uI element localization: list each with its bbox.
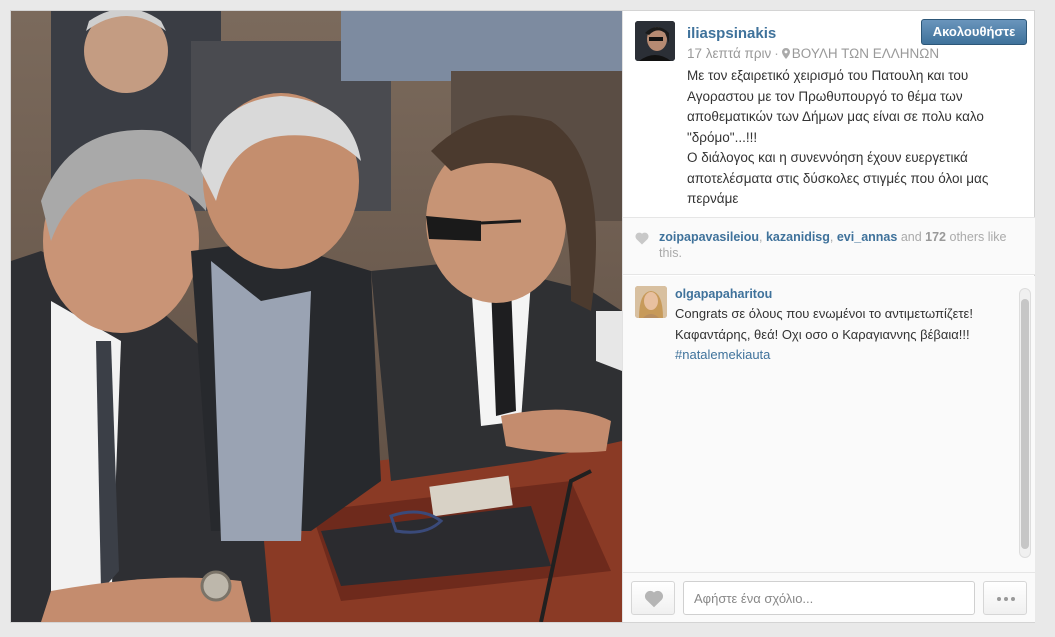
- commenter-avatar-image: [635, 286, 667, 318]
- likes-section: zoipapavasileiou, kazanidisg, evi_annas …: [623, 218, 1035, 275]
- caption-line: Ο διάλογος και η συνεννόηση έχουν ευεργε…: [687, 150, 968, 165]
- caption-line: Με τον εξαιρετικό χειρισμό του Πατουλη κ…: [687, 68, 969, 83]
- follow-button[interactable]: Ακολουθήστε: [921, 19, 1027, 45]
- author-username[interactable]: iliaspsinakis: [687, 25, 776, 42]
- location-pin-icon: [781, 48, 790, 59]
- comments-list: olgapapaharitou Congrats σε όλους που εν…: [623, 276, 1035, 572]
- caption-line: αποθεματικών των Δήμων μας είναι σε πολυ…: [687, 109, 984, 124]
- post-card: iliaspsinakis Ακολουθήστε 17 λεπτά πριν ·…: [10, 10, 1035, 623]
- caption-line: περνάμε: [687, 191, 739, 206]
- commenter-avatar[interactable]: [635, 286, 667, 318]
- liker-username[interactable]: zoipapavasileiou: [659, 230, 759, 244]
- post-caption: Με τον εξαιρετικό χειρισμό του Πατουλη κ…: [687, 66, 1023, 210]
- post-meta: 17 λεπτά πριν · ΒΟΥΛΗ ΤΩΝ ΕΛΛΗΝΩΝ: [687, 46, 939, 61]
- heart-icon: [635, 232, 649, 245]
- caption-line: Αγοραστου με τον Πρωθυπουργό το θέμα των: [687, 88, 963, 104]
- comment-footer: [623, 572, 1035, 622]
- caption-line: αποτελέσματα στις δύσκολες στιγμές που ό…: [687, 170, 989, 186]
- likes-others-word: others: [949, 230, 985, 244]
- like-button[interactable]: [631, 581, 675, 615]
- comment-body: Congrats σε όλους που ενωμένοι το αντιμε…: [675, 304, 1013, 366]
- author-avatar[interactable]: [635, 21, 675, 61]
- post-timestamp[interactable]: 17 λεπτά πριν: [687, 46, 771, 61]
- comment-line: Καφαντάρης, θεά! Οχι οσο ο Καραγιαννης β…: [675, 326, 970, 342]
- likes-count[interactable]: 172: [925, 230, 946, 244]
- photo-image: [11, 11, 622, 622]
- author-avatar-image: [635, 21, 675, 61]
- likes-text: zoipapavasileiou, kazanidisg, evi_annas …: [659, 230, 1007, 260]
- caption-line: "δρόμο"...!!!: [687, 129, 758, 145]
- likes-and-word: and: [900, 230, 922, 244]
- heart-icon: [644, 590, 664, 608]
- liker-username[interactable]: evi_annas: [837, 230, 897, 244]
- post-photo[interactable]: [11, 11, 622, 622]
- ellipsis-icon: [997, 597, 1001, 601]
- comment-line: Congrats σε όλους που ενωμένοι το αντιμε…: [675, 306, 973, 321]
- ellipsis-icon: [1004, 597, 1008, 601]
- liker-username[interactable]: kazanidisg: [766, 230, 830, 244]
- post-header: iliaspsinakis Ακολουθήστε 17 λεπτά πριν ·…: [623, 11, 1035, 218]
- comment-hashtag[interactable]: #natalemekiauta: [675, 345, 1013, 366]
- comments-scrollbar[interactable]: [1019, 288, 1031, 558]
- scrollbar-thumb[interactable]: [1021, 299, 1029, 549]
- more-options-button[interactable]: [983, 581, 1027, 615]
- post-sidebar: iliaspsinakis Ακολουθήστε 17 λεπτά πριν ·…: [622, 11, 1035, 622]
- comment-username[interactable]: olgapapaharitou: [675, 287, 772, 301]
- post-location[interactable]: ΒΟΥΛΗ ΤΩΝ ΕΛΛΗΝΩΝ: [792, 46, 939, 61]
- meta-separator: ·: [774, 46, 779, 61]
- ellipsis-icon: [1011, 597, 1015, 601]
- comment-input[interactable]: [683, 581, 975, 615]
